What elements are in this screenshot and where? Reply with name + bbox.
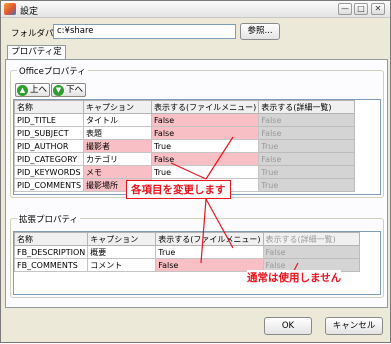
change-items-annotation: 各項目を変更します: [126, 180, 231, 199]
extended-properties-group: 拡張プロパティ 名称 キャプション 表示する(ファイルメニュー) 表示する(詳細…: [10, 213, 384, 298]
extended-properties-grid: 名称 キャプション 表示する(ファイルメニュー) 表示する(詳細一覧) FB_D…: [13, 231, 381, 295]
window-title: 設定: [20, 7, 39, 17]
show-details-cell: False: [258, 113, 356, 127]
ok-button[interactable]: OK: [264, 317, 312, 335]
table-row: PID_CATEGORY カテゴリ False False: [14, 152, 356, 166]
show-details-cell: False: [258, 152, 356, 166]
caption-cell[interactable]: メモ: [83, 165, 153, 179]
office-properties-group: Officeプロパティ ▲ 上へ ▼ 下へ 名称 キャプション 表示する(ファイルメ…: [10, 65, 384, 198]
column-header-show-details[interactable]: 表示する(詳細一覧): [258, 100, 356, 114]
browse-button[interactable]: 参照...: [240, 23, 280, 40]
table-row: PID_AUTHOR 撮影者 True True: [14, 139, 356, 153]
maximize-button[interactable]: □: [354, 3, 368, 15]
name-cell: PID_SUBJECT: [14, 126, 85, 140]
name-cell: PID_CATEGORY: [14, 152, 85, 166]
show-file-menu-cell[interactable]: True: [151, 139, 260, 153]
show-file-menu-cell[interactable]: False: [151, 152, 260, 166]
show-file-menu-cell[interactable]: True: [155, 245, 264, 259]
name-cell: PID_COMMENTS: [14, 178, 85, 192]
arrow-up-icon: ▲: [17, 85, 28, 96]
column-header-name[interactable]: 名称: [14, 100, 85, 114]
name-cell: PID_KEYWORDS: [14, 165, 85, 179]
column-header-name[interactable]: 名称: [14, 232, 89, 246]
column-header-show-details[interactable]: 表示する(詳細一覧): [262, 232, 360, 246]
table-row: PID_TITLE タイトル False False: [14, 113, 356, 127]
cancel-button[interactable]: キャンセル: [325, 317, 383, 335]
office-properties-title: Officeプロパティ: [17, 65, 88, 77]
show-details-cell: True: [258, 139, 356, 153]
name-cell: FB_DESCRIPTION: [14, 245, 89, 259]
show-file-menu-cell[interactable]: False: [151, 113, 260, 127]
caption-cell[interactable]: タイトル: [83, 113, 153, 127]
name-cell: PID_TITLE: [14, 113, 85, 127]
move-up-button[interactable]: ▲ 上へ: [15, 83, 51, 97]
title-bar: 設定 — □ ✕: [1, 1, 390, 18]
name-cell: FB_COMMENTS: [14, 258, 89, 272]
minimize-button[interactable]: —: [338, 3, 352, 15]
column-header-show-file-menu[interactable]: 表示する(ファイルメニュー): [151, 100, 260, 114]
not-normally-used-annotation: 通常は使用しません: [247, 270, 342, 285]
arrow-down-icon: ▼: [53, 85, 64, 96]
show-details-cell: False: [262, 245, 360, 259]
app-icon: [4, 3, 16, 15]
close-button[interactable]: ✕: [371, 3, 385, 15]
show-file-menu-cell[interactable]: True: [151, 165, 260, 179]
caption-cell[interactable]: 撮影者: [83, 139, 153, 153]
move-down-label: 下へ: [66, 85, 84, 95]
tab-property-definitions[interactable]: プロパティ定義: [7, 45, 66, 70]
caption-cell[interactable]: カテゴリ: [83, 152, 153, 166]
extended-properties-title: 拡張プロパティ: [17, 213, 80, 225]
caption-cell[interactable]: 概要: [87, 245, 157, 259]
folder-path-input[interactable]: c:¥share: [53, 24, 236, 39]
move-up-label: 上へ: [30, 85, 48, 95]
column-header-show-file-menu[interactable]: 表示する(ファイルメニュー): [155, 232, 264, 246]
column-header-caption[interactable]: キャプション: [87, 232, 157, 246]
show-details-cell: False: [258, 126, 356, 140]
name-cell: PID_AUTHOR: [14, 139, 85, 153]
move-down-button[interactable]: ▼ 下へ: [51, 83, 87, 97]
show-details-cell: True: [258, 178, 356, 192]
settings-window: 設定 — □ ✕ フォルダパス c:¥share 参照... プロパティ定義 O…: [0, 0, 391, 343]
column-header-caption[interactable]: キャプション: [83, 100, 153, 114]
caption-cell[interactable]: コメント: [87, 258, 157, 272]
show-file-menu-cell[interactable]: False: [151, 126, 260, 140]
caption-cell[interactable]: 表題: [83, 126, 153, 140]
table-row: PID_SUBJECT 表題 False False: [14, 126, 356, 140]
table-row: FB_DESCRIPTION 概要 True False: [14, 245, 360, 259]
table-row: PID_KEYWORDS メモ True True: [14, 165, 356, 179]
show-details-cell: True: [258, 165, 356, 179]
